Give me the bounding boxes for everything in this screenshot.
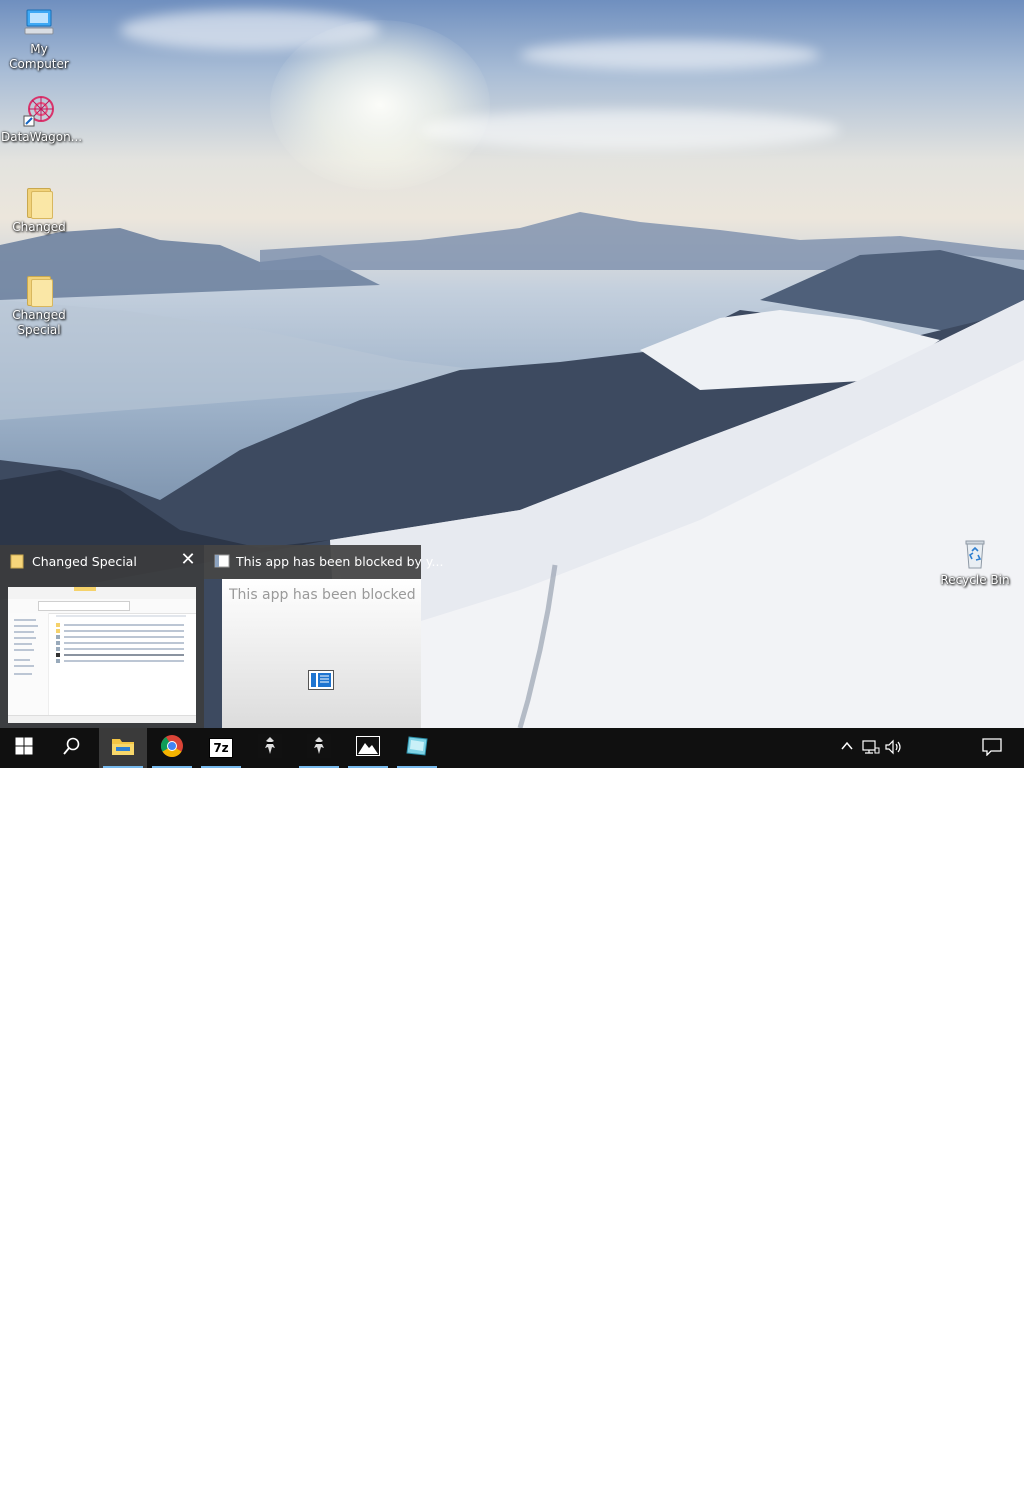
taskbar: 7z 5:08 PM 6/18/2022 bbox=[0, 728, 1024, 1491]
app-window-icon bbox=[214, 553, 230, 569]
clock-date: 6/18/2022 bbox=[908, 1477, 970, 1491]
desktop-icon-recycle-bin[interactable]: Recycle Bin bbox=[937, 537, 1013, 588]
explorer-preview bbox=[8, 587, 196, 723]
desktop-icon-changed[interactable]: Changed bbox=[1, 184, 77, 235]
desktop-icon-my-computer[interactable]: My Computer bbox=[1, 6, 77, 72]
folder-icon bbox=[22, 184, 56, 219]
datawagon-icon bbox=[22, 94, 56, 128]
desktop-icon-label: My Computer bbox=[9, 42, 69, 71]
chrome-icon bbox=[160, 734, 184, 762]
blocked-message: This app has been blocked... bbox=[229, 587, 417, 603]
app-icon-2-button[interactable] bbox=[295, 728, 343, 768]
blocked-app-icon bbox=[308, 670, 334, 694]
network-icon[interactable] bbox=[862, 739, 880, 759]
chevron-up-icon[interactable] bbox=[840, 739, 854, 757]
desktop-icon-changed-special[interactable]: Changed Special bbox=[1, 272, 77, 338]
desktop-icon-datawagon[interactable]: DataWagon... bbox=[1, 94, 82, 145]
clock[interactable]: 5:08 PM 6/18/2022 bbox=[906, 1459, 972, 1493]
search-button[interactable] bbox=[48, 728, 96, 768]
paint-icon bbox=[405, 735, 429, 761]
search-icon bbox=[63, 737, 81, 759]
ninja-icon bbox=[258, 734, 282, 762]
desktop-icon-label: Changed Special bbox=[12, 308, 66, 337]
folder-icon bbox=[10, 553, 24, 569]
desktop-icon-label: DataWagon... bbox=[1, 130, 83, 144]
thumbnail-blocked-app-window[interactable]: This app has been blocked by y... bbox=[204, 545, 443, 579]
photos-button[interactable] bbox=[344, 728, 392, 768]
computer-icon bbox=[22, 6, 56, 40]
thumbnail-explorer-window[interactable]: Changed Special ✕ bbox=[0, 545, 204, 728]
folder-icon bbox=[111, 736, 135, 760]
start-button[interactable] bbox=[0, 728, 48, 768]
ninja-icon bbox=[307, 734, 331, 762]
file-explorer-button[interactable] bbox=[99, 728, 147, 768]
paint-button[interactable] bbox=[393, 728, 441, 768]
desktop-icon-label: Changed bbox=[12, 220, 66, 234]
image-icon bbox=[356, 736, 380, 760]
7zip-icon: 7z bbox=[209, 738, 233, 758]
folder-icon bbox=[22, 272, 56, 307]
chrome-button[interactable] bbox=[148, 728, 196, 768]
blocked-app-preview: This app has been blocked... bbox=[222, 579, 421, 728]
thumbnail-title: This app has been blocked by y... bbox=[236, 554, 444, 569]
thumbnail-title: Changed Special bbox=[32, 554, 137, 569]
notification-icon[interactable] bbox=[982, 738, 1002, 760]
7zip-button[interactable]: 7z bbox=[197, 728, 245, 768]
app-icon-1-button[interactable] bbox=[246, 728, 294, 768]
volume-icon[interactable] bbox=[885, 739, 903, 759]
clock-time: 5:08 PM bbox=[914, 1460, 964, 1474]
recycle-bin-icon bbox=[958, 537, 992, 571]
desktop-icon-label: Recycle Bin bbox=[940, 573, 1010, 587]
close-icon[interactable]: ✕ bbox=[180, 550, 196, 570]
windows-icon bbox=[15, 737, 33, 759]
